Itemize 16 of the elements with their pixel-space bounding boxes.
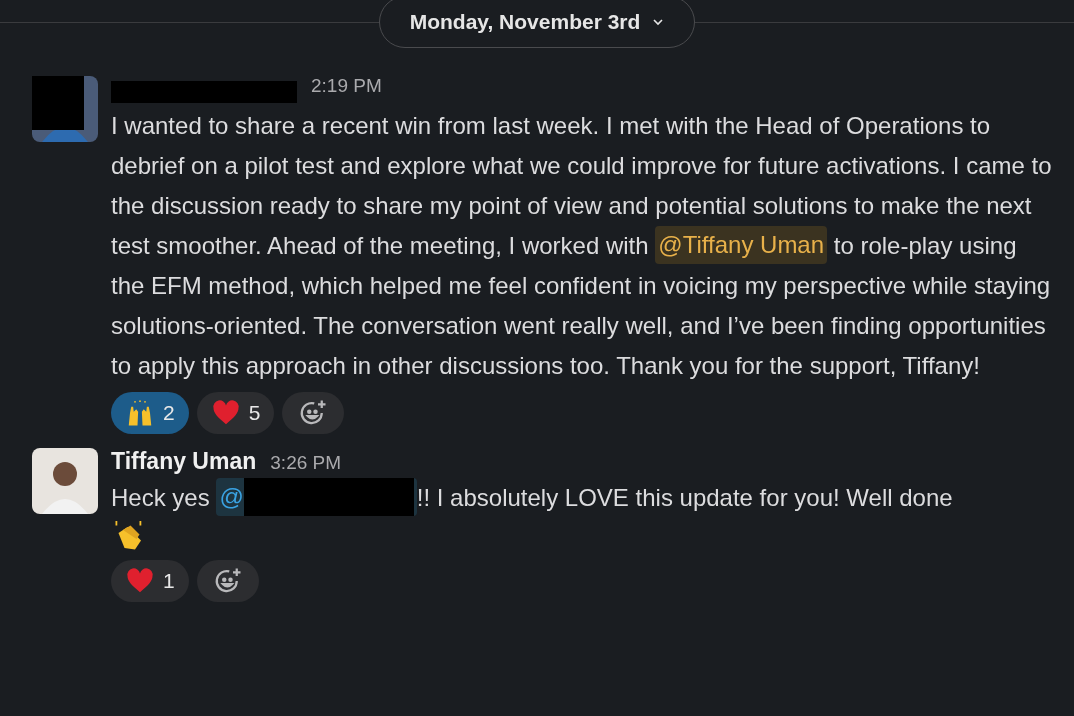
redacted-avatar[interactable] (32, 76, 98, 142)
author-name[interactable]: Tiffany Uman (111, 444, 257, 479)
timestamp[interactable]: 3:26 PM (270, 449, 342, 478)
timestamp[interactable]: 2:19 PM (311, 72, 382, 101)
reaction-chip[interactable]: 2 (111, 392, 189, 434)
add-reaction-button[interactable] (196, 560, 259, 602)
reaction-chip[interactable]: 1 (111, 560, 189, 602)
chevron-down-icon (652, 16, 665, 28)
reaction-chip[interactable]: 5 (196, 392, 275, 434)
user-mention[interactable]: @Tiffany Uman (655, 226, 828, 264)
message-text: Heck yes @ !! I absolutely LOVE this update for you! Well done (111, 478, 1054, 518)
date-divider-pill[interactable]: Monday, November 3rd (378, 0, 696, 48)
avatar[interactable] (32, 448, 98, 514)
add-reaction-button[interactable] (282, 392, 345, 434)
user-mention[interactable]: @ (216, 478, 417, 516)
message-text: I wanted to share a recent win from last week. I met with the Head of Operations to debrief on a pilot test and explore what we could improve for future activations. I came to the discussion ready to share my point of view and potential solutions to make the next test smoother. Ahead of the meeting, I worked with @Tiffany Uman to role-play using the EFM method, which helped me feel confident in voicing my perspective while staying solutions-oriented. The conversation went really well, and I’ve been finding opportunities to apply this approach in other discussions too. Thank you for the support, Tiffany! (111, 111, 1053, 381)
